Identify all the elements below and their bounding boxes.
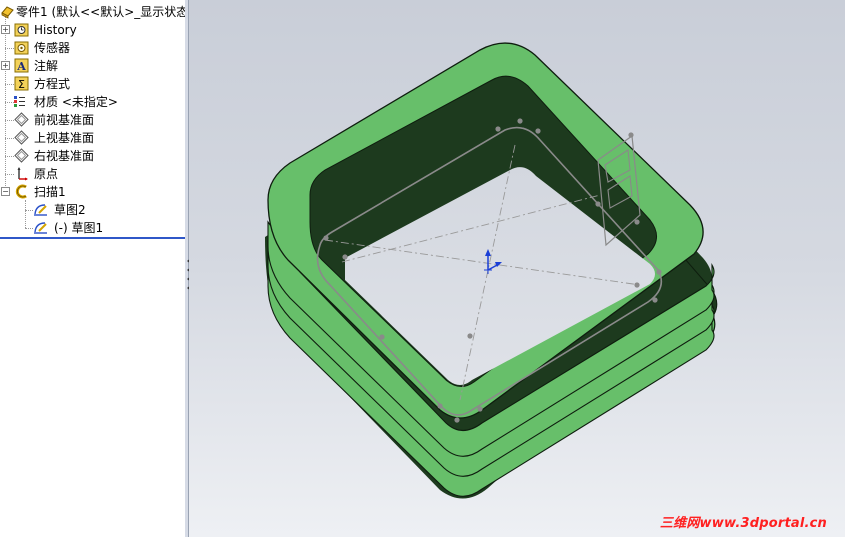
tree-item-label: 草图2 <box>54 203 86 217</box>
tree-item-history[interactable]: + History <box>0 21 185 39</box>
tree-item-top-plane[interactable]: 上视基准面 <box>0 129 185 147</box>
sensor-icon <box>14 41 29 55</box>
equation-icon: Σ <box>14 76 29 91</box>
swept-body[interactable] <box>265 42 718 499</box>
tree-item-label: 材质 <未指定> <box>34 95 118 109</box>
tree-item-label: (-) 草图1 <box>54 221 104 235</box>
collapse-toggle[interactable]: − <box>1 187 10 196</box>
plane-icon <box>14 130 29 145</box>
tree-item-label: 注解 <box>34 59 59 73</box>
tree-item-equations[interactable]: Σ 方程式 <box>0 75 185 93</box>
tree-root-part[interactable]: 零件1 (默认<<默认>_显示状态 <box>0 3 185 21</box>
rollback-bar[interactable] <box>0 237 185 239</box>
history-folder-icon <box>14 23 29 37</box>
tree-item-sweep1[interactable]: − 扫描1 <box>0 183 185 201</box>
tree-item-label: 上视基准面 <box>34 131 95 145</box>
origin-icon <box>17 167 28 181</box>
expand-toggle[interactable]: + <box>1 61 10 70</box>
tree-item-label: History <box>34 23 77 37</box>
tree-item-origin[interactable]: 原点 <box>0 165 185 183</box>
tree-item-sensors[interactable]: 传感器 <box>0 39 185 57</box>
sweep-feature-icon <box>15 184 27 199</box>
sketch-icon <box>34 222 47 234</box>
tree-item-annotations[interactable]: + A 注解 <box>0 57 185 75</box>
tree-item-label: 原点 <box>34 167 59 181</box>
tree-item-front-plane[interactable]: 前视基准面 <box>0 111 185 129</box>
tree-item-right-plane[interactable]: 右视基准面 <box>0 147 185 165</box>
feature-manager-tree: 零件1 (默认<<默认>_显示状态 + History 传感器 + A 注解 Σ… <box>0 0 186 537</box>
tree-item-label: 传感器 <box>34 41 71 55</box>
tree-item-material[interactable]: 材质 <未指定> <box>0 93 185 111</box>
tree-root-label: 零件1 (默认<<默认>_显示状态 <box>16 5 186 19</box>
watermark: 三维网www.3dportal.cn <box>659 516 827 531</box>
tree-item-label: 扫描1 <box>34 185 66 199</box>
tree-item-label: 右视基准面 <box>34 149 95 163</box>
tree-item-sketch2[interactable]: 草图2 <box>0 201 185 219</box>
graphics-viewport[interactable]: 三维网www.3dportal.cn <box>189 0 845 537</box>
part-icon <box>1 6 14 19</box>
material-icon <box>14 96 25 107</box>
tree-item-sketch1[interactable]: (-) 草图1 <box>0 219 185 237</box>
svg-text:Σ: Σ <box>18 78 25 91</box>
tree-item-label: 方程式 <box>34 77 71 91</box>
plane-icon <box>14 148 29 163</box>
svg-text:A: A <box>16 60 26 73</box>
annotation-icon: A <box>14 58 29 73</box>
expand-toggle[interactable]: + <box>1 25 10 34</box>
plane-icon <box>14 112 29 127</box>
sketch-icon <box>34 204 47 216</box>
model-view[interactable] <box>189 0 845 537</box>
tree-item-label: 前视基准面 <box>34 113 95 127</box>
